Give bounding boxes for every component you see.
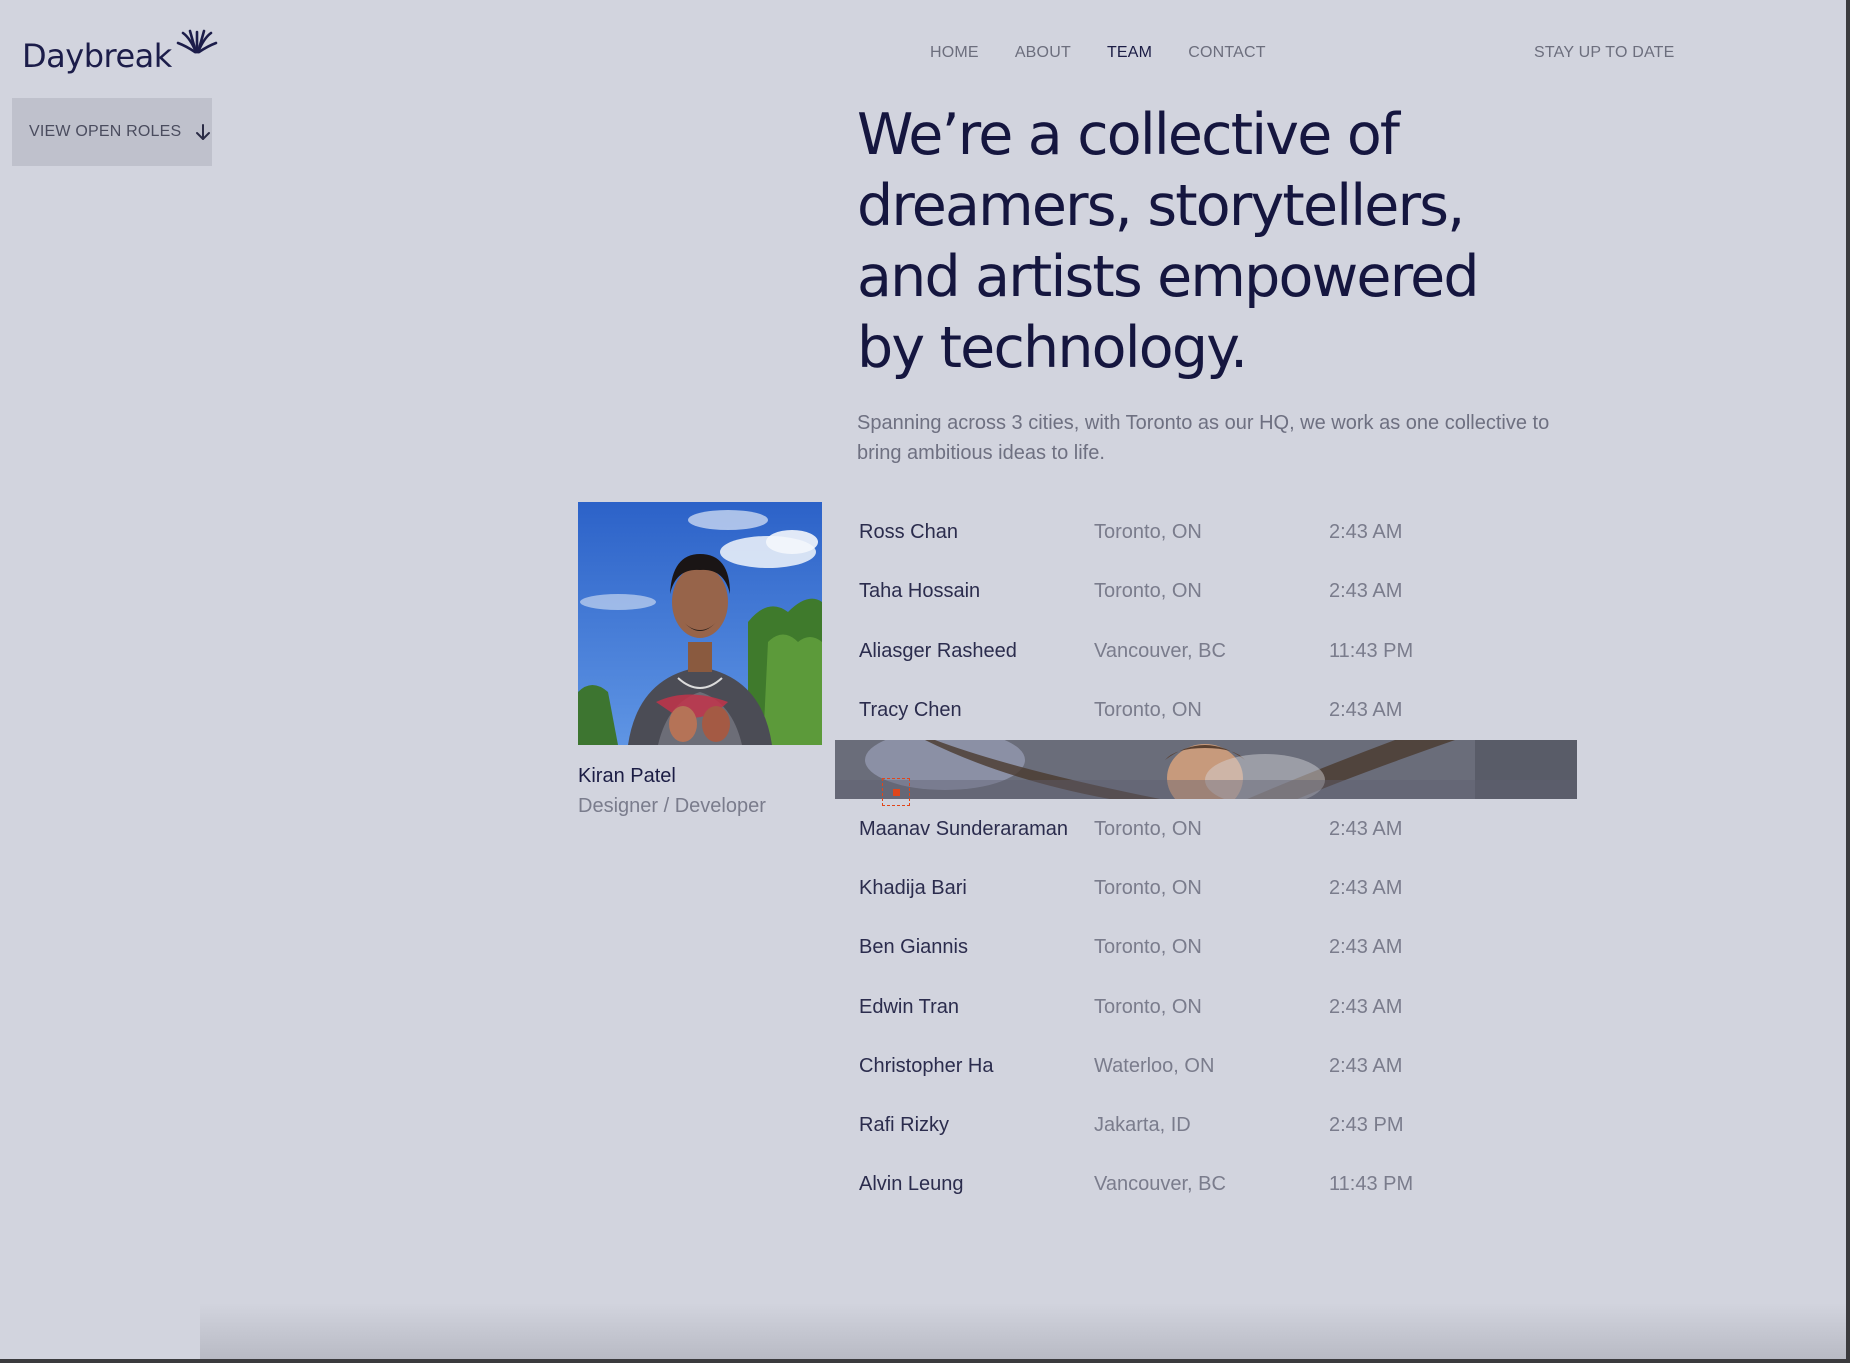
view-open-roles-label: VIEW OPEN ROLES [29, 123, 182, 140]
member-name: Rafi Rizky [859, 1114, 950, 1137]
featured-member-name: Kiran Patel [578, 765, 676, 787]
nav-team[interactable]: TEAM [1107, 44, 1152, 62]
nav-about[interactable]: ABOUT [1015, 44, 1071, 62]
team-row[interactable]: Tracy Chen Toronto, ON 2:43 AM [835, 681, 1577, 740]
member-time: 2:43 AM [1329, 580, 1403, 603]
team-list: Ross Chan Toronto, ON 2:43 AM Taha Hossa… [835, 503, 1577, 1215]
hero-headline: We’re a collective of dreamers, storytel… [857, 100, 1577, 384]
nav-home[interactable]: HOME [930, 44, 979, 62]
member-name: Christopher Ha [859, 1054, 994, 1077]
team-page: Daybreak HOME ABOUT TEAM CONTACT STAY UP… [0, 0, 1850, 1363]
window-edge [1846, 0, 1850, 1363]
member-name: Maanav Sunderaraman [859, 817, 1069, 840]
team-row-hovered[interactable] [835, 740, 1577, 807]
member-city: Toronto, ON [1094, 936, 1202, 959]
team-row[interactable]: Maanav Sunderaraman Toronto, ON 2:43 AM [835, 799, 1577, 858]
hero-subtitle: Spanning across 3 cities, with Toronto a… [857, 412, 1550, 464]
team-row[interactable]: Edwin Tran Toronto, ON 2:43 AM [835, 977, 1577, 1036]
main-nav: HOME ABOUT TEAM CONTACT [930, 44, 1302, 62]
member-name: Aliasger Rasheed [859, 639, 1017, 662]
member-name: Taha Hossain [859, 580, 981, 603]
member-city: Toronto, ON [1094, 876, 1202, 899]
headline-line: by technology. [857, 315, 1248, 381]
member-city: Vancouver, BC [1094, 1173, 1226, 1196]
member-city: Toronto, ON [1094, 995, 1202, 1018]
member-name: Khadija Bari [859, 876, 967, 899]
headline-line: We’re a collective of [857, 102, 1400, 168]
cursor-dot [893, 789, 900, 797]
window-edge [0, 1359, 1850, 1363]
team-row[interactable]: Christopher Ha Waterloo, ON 2:43 AM [835, 1037, 1577, 1096]
member-time: 2:43 AM [1329, 521, 1403, 544]
headline-line: dreamers, storytellers, [857, 173, 1465, 239]
member-name: Tracy Chen [859, 699, 962, 722]
member-time: 2:43 AM [1329, 995, 1403, 1018]
team-row[interactable]: Aliasger Rasheed Vancouver, BC 11:43 PM [835, 622, 1577, 681]
member-name: Ross Chan [859, 521, 958, 544]
member-time: 2:43 AM [1329, 817, 1403, 840]
member-city: Jakarta, ID [1094, 1114, 1191, 1137]
member-city: Toronto, ON [1094, 699, 1202, 722]
member-time: 2:43 AM [1329, 1054, 1403, 1077]
featured-member-role: Designer / Developer [578, 795, 766, 817]
team-member-photo [578, 502, 822, 745]
member-city: Toronto, ON [1094, 817, 1202, 840]
stay-up-to-date-link[interactable]: STAY UP TO DATE [1534, 44, 1675, 62]
arrow-down-icon [195, 123, 211, 141]
view-open-roles-button[interactable]: VIEW OPEN ROLES [12, 98, 212, 166]
brand-wordmark: Daybreak [22, 37, 172, 75]
member-time: 2:43 AM [1329, 936, 1403, 959]
member-name: Ben Giannis [859, 936, 968, 959]
member-time: 2:43 AM [1329, 699, 1403, 722]
member-time: 11:43 PM [1329, 1173, 1414, 1196]
team-row[interactable]: Ross Chan Toronto, ON 2:43 AM [835, 503, 1577, 562]
team-row[interactable]: Alvin Leung Vancouver, BC 11:43 PM [835, 1155, 1577, 1214]
headline-line: and artists empowered [857, 244, 1480, 310]
hover-preview-image [835, 740, 1577, 800]
member-name: Alvin Leung [859, 1173, 964, 1196]
member-time: 2:43 AM [1329, 876, 1403, 899]
member-city: Toronto, ON [1094, 580, 1202, 603]
team-row[interactable]: Khadija Bari Toronto, ON 2:43 AM [835, 859, 1577, 918]
team-row[interactable]: Taha Hossain Toronto, ON 2:43 AM [835, 562, 1577, 621]
member-name: Edwin Tran [859, 995, 960, 1018]
member-time: 11:43 PM [1329, 639, 1414, 662]
team-row[interactable]: Rafi Rizky Jakarta, ID 2:43 PM [835, 1096, 1577, 1155]
member-time: 2:43 PM [1329, 1114, 1404, 1137]
member-city: Toronto, ON [1094, 521, 1202, 544]
member-city: Vancouver, BC [1094, 639, 1226, 662]
brand-logo[interactable]: Daybreak [22, 20, 218, 72]
sunburst-icon [176, 29, 218, 54]
bottom-shadow [200, 1303, 1846, 1363]
team-row[interactable]: Ben Giannis Toronto, ON 2:43 AM [835, 918, 1577, 977]
member-city: Waterloo, ON [1094, 1054, 1215, 1077]
nav-contact[interactable]: CONTACT [1188, 44, 1266, 62]
